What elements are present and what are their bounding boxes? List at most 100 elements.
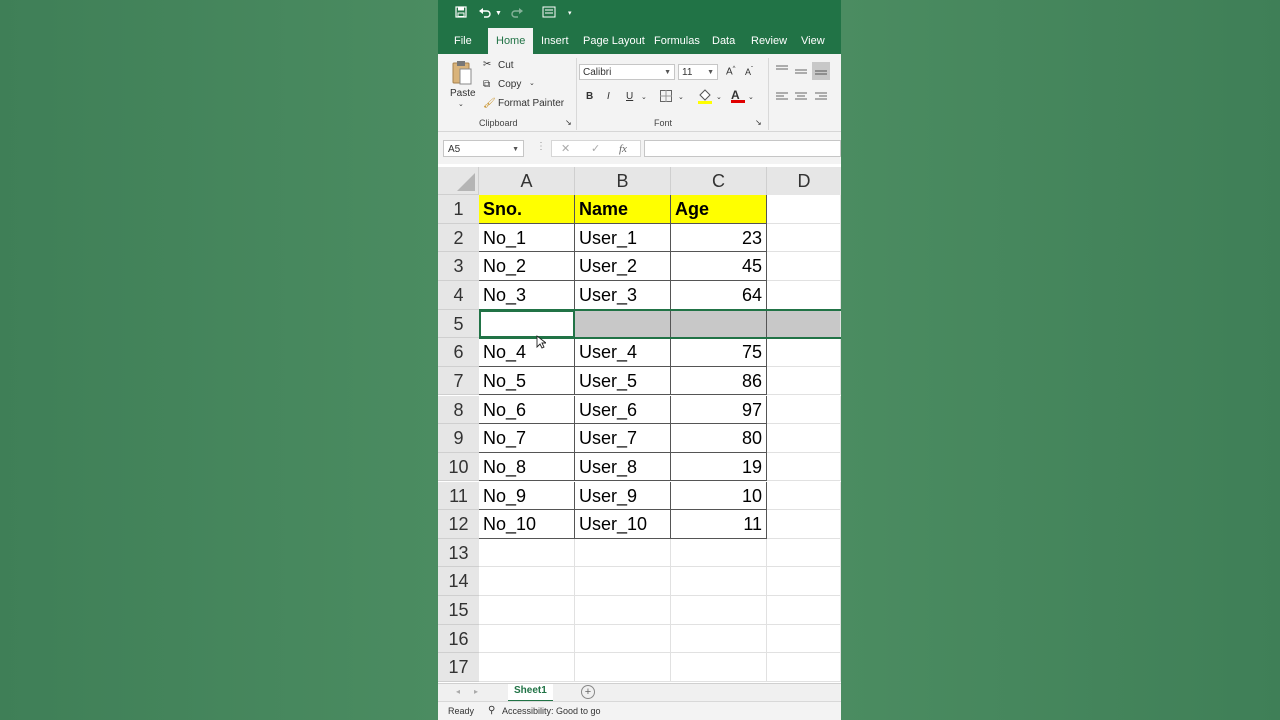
cell[interactable]: 64 xyxy=(671,280,767,310)
cell[interactable] xyxy=(767,252,841,281)
borders-dropdown-icon[interactable]: ⌄ xyxy=(678,93,684,101)
row-header[interactable]: 15 xyxy=(438,596,479,625)
accessibility-status[interactable]: Accessibility: Good to go xyxy=(502,706,601,716)
cell[interactable] xyxy=(767,424,841,453)
cell[interactable] xyxy=(767,596,841,625)
paste-button[interactable]: Paste xyxy=(450,88,476,99)
cell[interactable] xyxy=(671,624,767,654)
cell[interactable]: User_4 xyxy=(575,338,671,367)
cut-icon[interactable]: ✂ xyxy=(483,59,491,70)
cell[interactable] xyxy=(575,624,671,654)
cell[interactable]: 75 xyxy=(671,338,767,367)
form-icon[interactable] xyxy=(542,6,556,22)
save-icon[interactable] xyxy=(455,6,467,22)
cell[interactable] xyxy=(575,567,671,597)
row-header[interactable]: 12 xyxy=(438,510,479,539)
cell[interactable]: Age xyxy=(671,195,767,224)
align-left-icon[interactable] xyxy=(775,92,789,105)
cell[interactable]: No_9 xyxy=(479,481,575,511)
row-header[interactable]: 2 xyxy=(438,223,479,253)
row-header[interactable]: 4 xyxy=(438,280,479,310)
cell[interactable]: No_4 xyxy=(479,338,575,367)
cell[interactable] xyxy=(671,567,767,597)
cell[interactable]: No_3 xyxy=(479,280,575,310)
cell[interactable] xyxy=(767,280,841,310)
fill-color-dropdown-icon[interactable]: ⌄ xyxy=(716,93,722,101)
sheet-tab-sheet1[interactable]: Sheet1 xyxy=(508,684,553,702)
tab-review[interactable]: Review xyxy=(751,28,787,54)
row-header[interactable]: 6 xyxy=(438,338,479,367)
grow-font-button[interactable]: A^ xyxy=(726,66,736,77)
scroll-left-icon[interactable]: ◂ xyxy=(456,687,460,696)
undo-icon[interactable] xyxy=(478,6,492,22)
cell[interactable] xyxy=(479,653,575,682)
cell[interactable]: User_3 xyxy=(575,280,671,310)
cell[interactable] xyxy=(479,596,575,625)
cell[interactable]: 10 xyxy=(671,481,767,511)
borders-icon[interactable] xyxy=(660,90,672,105)
cell[interactable] xyxy=(671,653,767,682)
row-header[interactable]: 5 xyxy=(438,309,479,339)
active-cell[interactable] xyxy=(479,309,575,339)
add-sheet-button[interactable]: + xyxy=(581,685,595,699)
font-launcher-icon[interactable]: ↘ xyxy=(755,118,762,127)
cell[interactable] xyxy=(671,309,767,339)
cell[interactable] xyxy=(479,624,575,654)
cancel-button[interactable]: ✕ xyxy=(561,141,570,157)
tab-page-layout[interactable]: Page Layout xyxy=(583,28,645,54)
cell[interactable] xyxy=(767,309,841,339)
cell[interactable] xyxy=(575,596,671,625)
font-size-box[interactable]: 11 ▼ xyxy=(678,64,718,80)
format-painter-button[interactable]: Format Painter xyxy=(498,98,564,109)
cell[interactable]: No_6 xyxy=(479,395,575,425)
tab-insert[interactable]: Insert xyxy=(541,28,569,54)
cell[interactable] xyxy=(767,395,841,425)
cell[interactable]: 45 xyxy=(671,252,767,281)
underline-button[interactable]: U xyxy=(626,91,633,102)
cell[interactable] xyxy=(767,510,841,539)
cell[interactable]: 97 xyxy=(671,395,767,425)
cell[interactable]: User_9 xyxy=(575,481,671,511)
cell[interactable]: No_8 xyxy=(479,452,575,482)
customize-qat-icon[interactable]: ▾ xyxy=(568,6,572,22)
fill-color-icon[interactable] xyxy=(698,88,712,107)
formula-input[interactable] xyxy=(644,140,841,157)
select-all-button[interactable] xyxy=(438,167,479,195)
cell[interactable] xyxy=(767,624,841,654)
name-box[interactable]: A5 ▼ xyxy=(443,140,524,157)
cell[interactable]: No_7 xyxy=(479,424,575,453)
cell[interactable]: No_10 xyxy=(479,510,575,539)
align-top-icon[interactable] xyxy=(775,64,789,79)
cell[interactable] xyxy=(767,338,841,367)
cell[interactable]: User_8 xyxy=(575,452,671,482)
cell[interactable]: User_7 xyxy=(575,424,671,453)
cell[interactable]: 80 xyxy=(671,424,767,453)
tab-view[interactable]: View xyxy=(801,28,825,54)
cell[interactable]: No_5 xyxy=(479,366,575,396)
cell[interactable] xyxy=(767,567,841,597)
row-header[interactable]: 8 xyxy=(438,395,479,425)
italic-button[interactable]: I xyxy=(607,91,610,102)
cell[interactable] xyxy=(575,538,671,568)
cut-button[interactable]: Cut xyxy=(498,60,514,71)
cell[interactable]: 23 xyxy=(671,223,767,253)
cell[interactable] xyxy=(767,223,841,253)
undo-dropdown-icon[interactable]: ▼ xyxy=(495,6,502,22)
align-center-icon[interactable] xyxy=(794,92,808,105)
row-header[interactable]: 13 xyxy=(438,538,479,568)
clipboard-launcher-icon[interactable]: ↘ xyxy=(565,118,572,127)
cell[interactable]: No_1 xyxy=(479,223,575,253)
cell[interactable] xyxy=(767,366,841,396)
cell[interactable]: User_1 xyxy=(575,223,671,253)
cell[interactable] xyxy=(671,596,767,625)
column-header-a[interactable]: A xyxy=(479,167,575,195)
row-header[interactable]: 7 xyxy=(438,366,479,396)
row-header[interactable]: 11 xyxy=(438,481,479,511)
row-header[interactable]: 14 xyxy=(438,567,479,597)
cell[interactable]: 19 xyxy=(671,452,767,482)
cell[interactable]: 11 xyxy=(671,510,767,539)
row-header[interactable]: 9 xyxy=(438,424,479,453)
cell[interactable] xyxy=(767,452,841,482)
cell[interactable] xyxy=(575,653,671,682)
row-header[interactable]: 16 xyxy=(438,624,479,654)
